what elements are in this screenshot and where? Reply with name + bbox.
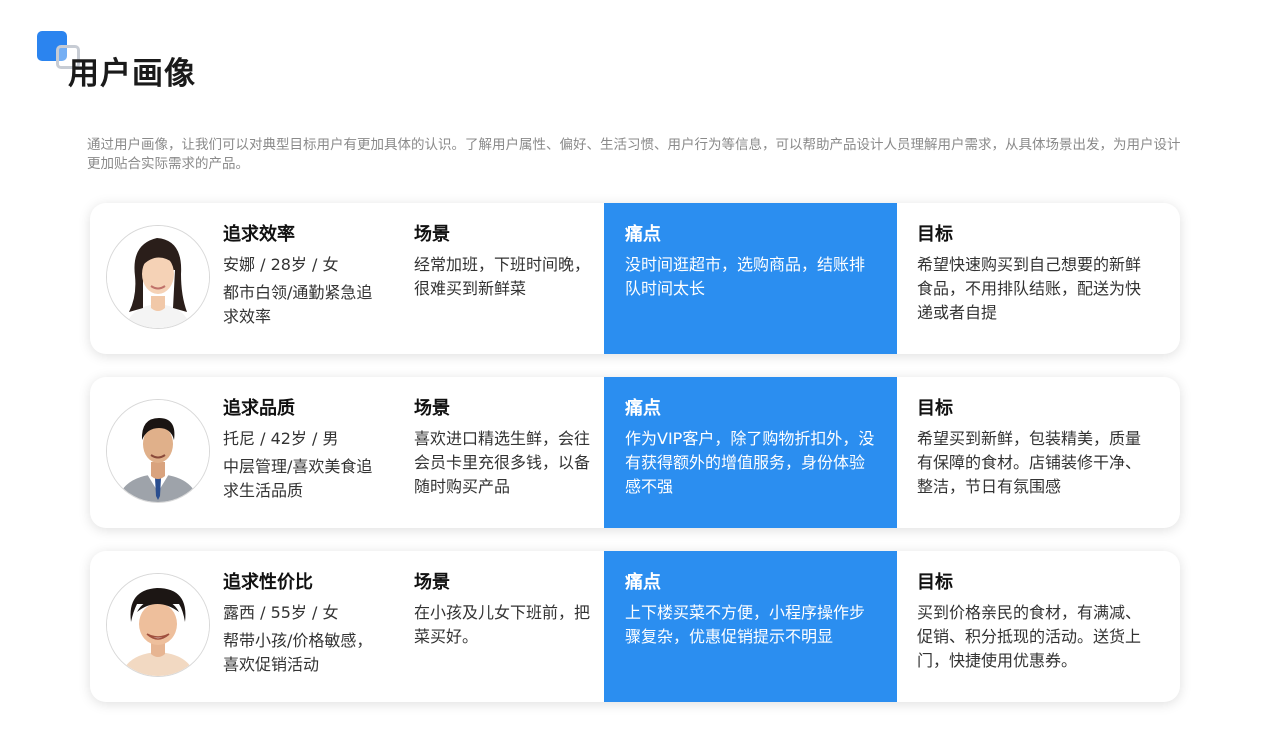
persona-info: 托尼 / 42岁 / 男 [223,429,339,448]
pain-text: 上下楼买菜不方便，小程序操作步骤复杂，优惠促销提示不明显 [625,603,866,646]
pain-text: 没时间逛超市，选购商品，结账排队时间太长 [625,255,866,298]
persona-profile: 追求品质 托尼 / 42岁 / 男 中层管理/喜欢美食追求生活品质 [223,395,388,503]
avatar [106,573,210,677]
persona-goal: 目标 希望快速购买到自己想要的新鲜食品，不用排队结账，配送为快递或者自提 [917,221,1152,325]
goal-text: 希望买到新鲜，包装精美，质量有保障的食材。店铺装修干净、整洁，节日有氛围感 [917,429,1142,496]
pain-label: 痛点 [625,224,661,245]
persona-info: 安娜 / 28岁 / 女 [223,255,339,274]
persona-heading: 追求性价比 [223,572,313,593]
persona-pain: 痛点 没时间逛超市，选购商品，结账排队时间太长 [625,221,875,301]
persona-heading: 追求效率 [223,224,295,245]
page-title: 用户画像 [68,56,196,92]
pain-panel: 痛点 没时间逛超市，选购商品，结账排队时间太长 [604,203,897,354]
scene-label: 场景 [414,398,450,419]
persona-card: 追求性价比 露西 / 55岁 / 女 帮带小孩/价格敏感，喜欢促销活动 场景 在… [90,551,1180,702]
goal-label: 目标 [917,398,953,419]
scene-label: 场景 [414,572,450,593]
pain-panel: 痛点 作为VIP客户，除了购物折扣外，没有获得额外的增值服务，身份体验感不强 [604,377,897,528]
goal-text: 买到价格亲民的食材，有满减、促销、积分抵现的活动。送货上门，快捷使用优惠券。 [917,603,1142,670]
scene-label: 场景 [414,224,450,245]
intro-text: 通过用户画像，让我们可以对典型目标用户有更加具体的认识。了解用户属性、偏好、生活… [87,137,1181,172]
avatar [106,225,210,329]
persona-heading: 追求品质 [223,398,295,419]
persona-scene: 场景 在小孩及儿女下班前，把菜买好。 [414,569,604,649]
persona-desc: 都市白领/通勤紧急追求效率 [223,283,373,326]
persona-info: 露西 / 55岁 / 女 [223,603,339,622]
goal-text: 希望快速购买到自己想要的新鲜食品，不用排队结账，配送为快递或者自提 [917,255,1142,322]
persona-profile: 追求性价比 露西 / 55岁 / 女 帮带小孩/价格敏感，喜欢促销活动 [223,569,388,677]
persona-desc: 帮带小孩/价格敏感，喜欢促销活动 [223,631,373,674]
pain-text: 作为VIP客户，除了购物折扣外，没有获得额外的增值服务，身份体验感不强 [625,429,875,496]
persona-goal: 目标 希望买到新鲜，包装精美，质量有保障的食材。店铺装修干净、整洁，节日有氛围感 [917,395,1152,499]
persona-scene: 场景 喜欢进口精选生鲜，会往会员卡里充很多钱，以备随时购买产品 [414,395,604,499]
scene-text: 在小孩及儿女下班前，把菜买好。 [414,603,591,646]
goal-label: 目标 [917,224,953,245]
pain-label: 痛点 [625,398,661,419]
scene-text: 喜欢进口精选生鲜，会往会员卡里充很多钱，以备随时购买产品 [414,429,591,496]
persona-goal: 目标 买到价格亲民的食材，有满减、促销、积分抵现的活动。送货上门，快捷使用优惠券… [917,569,1152,673]
pain-label: 痛点 [625,572,661,593]
persona-card: 追求效率 安娜 / 28岁 / 女 都市白领/通勤紧急追求效率 场景 经常加班，… [90,203,1180,354]
persona-pain: 痛点 上下楼买菜不方便，小程序操作步骤复杂，优惠促销提示不明显 [625,569,875,649]
persona-card: 追求品质 托尼 / 42岁 / 男 中层管理/喜欢美食追求生活品质 场景 喜欢进… [90,377,1180,528]
persona-desc: 中层管理/喜欢美食追求生活品质 [223,457,373,500]
persona-pain: 痛点 作为VIP客户，除了购物折扣外，没有获得额外的增值服务，身份体验感不强 [625,395,875,499]
scene-text: 经常加班，下班时间晚，很难买到新鲜菜 [414,255,591,298]
persona-profile: 追求效率 安娜 / 28岁 / 女 都市白领/通勤紧急追求效率 [223,221,388,329]
pain-panel: 痛点 上下楼买菜不方便，小程序操作步骤复杂，优惠促销提示不明显 [604,551,897,702]
persona-scene: 场景 经常加班，下班时间晚，很难买到新鲜菜 [414,221,604,301]
goal-label: 目标 [917,572,953,593]
avatar [106,399,210,503]
